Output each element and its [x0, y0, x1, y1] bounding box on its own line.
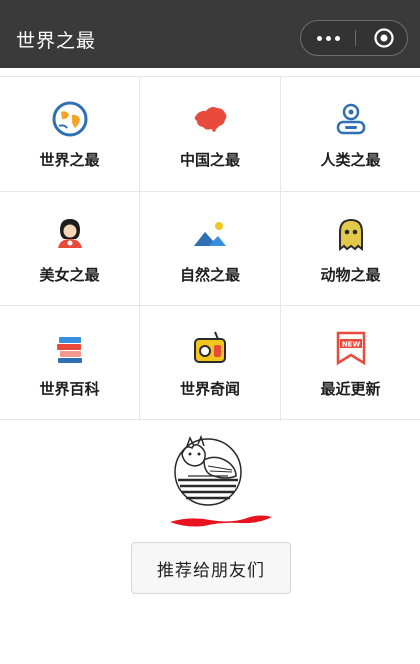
redacted-scribble: [168, 512, 274, 530]
category-grid: 世界之最 中国之最 人类之最 美女之最 自然之最 动物之最 世界百科 世界奇闻 …: [0, 76, 420, 421]
share-button[interactable]: 推荐给朋友们: [131, 542, 291, 594]
navigation-bar: 世界之最: [0, 8, 420, 68]
ghost-animal-icon: [331, 214, 371, 254]
grid-item-beauty[interactable]: 美女之最: [0, 192, 140, 306]
grid-item-label: 美女之最: [39, 266, 100, 284]
grid-item-label: 最近更新: [320, 380, 381, 398]
capsule-divider: [355, 30, 356, 46]
grid-item-label: 中国之最: [179, 151, 240, 169]
menu-capsule: [300, 20, 408, 56]
page-title: 世界之最: [16, 30, 97, 52]
target-circle-icon[interactable]: [364, 21, 404, 55]
grid-item-world[interactable]: 世界之最: [0, 77, 140, 192]
grid-item-label: 世界奇闻: [179, 380, 240, 398]
radio-icon: [190, 328, 230, 368]
grid-item-animal[interactable]: 动物之最: [281, 192, 420, 306]
grid-item-encyclopedia[interactable]: 世界百科: [0, 306, 140, 421]
cat-illustration: [168, 432, 248, 508]
grid-item-label: 世界百科: [39, 380, 100, 398]
grid-item-human[interactable]: 人类之最: [281, 77, 420, 192]
books-icon: [50, 328, 90, 368]
globe-icon: [50, 99, 90, 139]
more-dots-icon[interactable]: [301, 21, 355, 55]
grid-item-label: 自然之最: [179, 266, 240, 284]
grid-item-oddities[interactable]: 世界奇闻: [140, 306, 281, 421]
new-badge-text: NEW: [341, 341, 360, 349]
person-icon: [331, 99, 371, 139]
grid-item-china[interactable]: 中国之最: [140, 77, 281, 192]
grid-item-label: 世界之最: [39, 151, 100, 169]
landscape-icon: [190, 214, 230, 254]
grid-item-nature[interactable]: 自然之最: [140, 192, 281, 306]
grid-item-label: 动物之最: [320, 266, 381, 284]
grid-item-recent[interactable]: NEW 最近更新: [281, 306, 420, 421]
status-bar: [0, 0, 420, 8]
new-badge-icon: NEW: [331, 328, 371, 368]
woman-icon: [50, 214, 90, 254]
china-map-icon: [190, 99, 230, 139]
grid-item-label: 人类之最: [320, 151, 381, 169]
